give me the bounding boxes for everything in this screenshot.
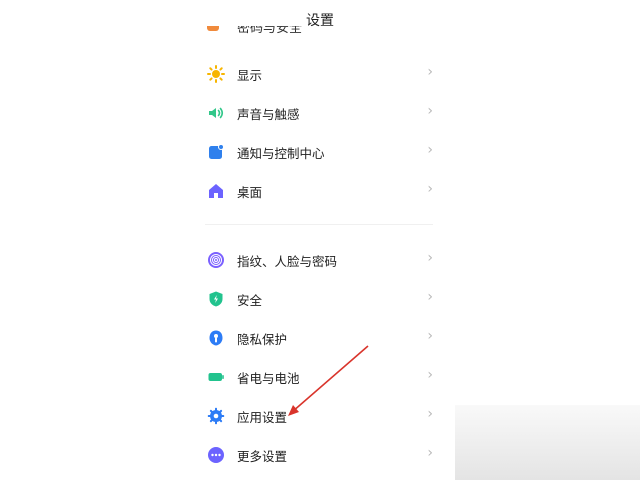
watermark [455,405,640,480]
